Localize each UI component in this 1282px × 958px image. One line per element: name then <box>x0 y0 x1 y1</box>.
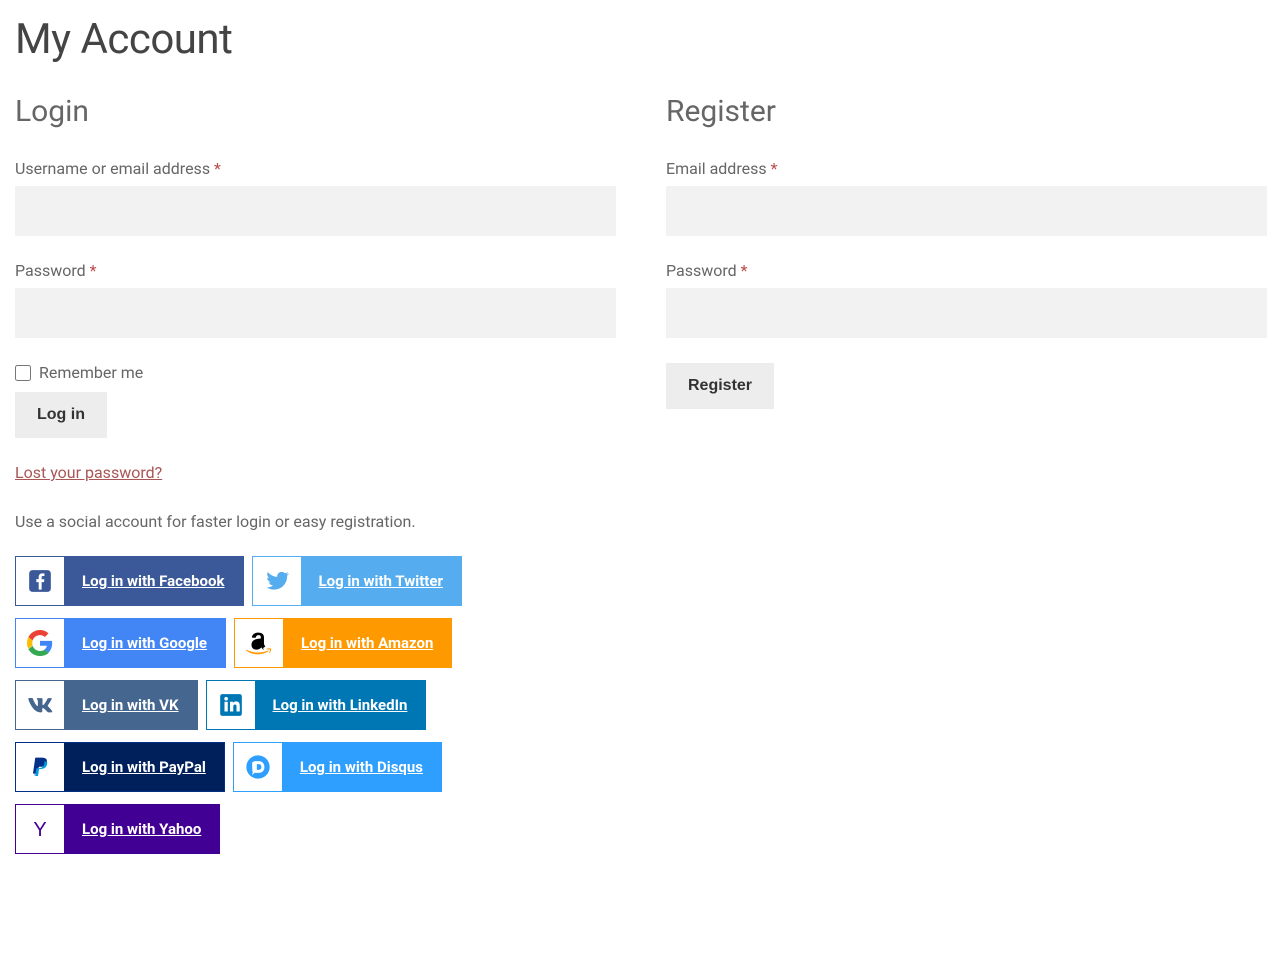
login-paypal-label: Log in with PayPal <box>64 743 224 791</box>
amazon-icon <box>235 619 283 667</box>
vk-icon <box>16 681 64 729</box>
required-mark: * <box>214 159 221 178</box>
login-yahoo-label: Log in with Yahoo <box>64 805 219 853</box>
linkedin-icon <box>207 681 255 729</box>
required-mark: * <box>90 261 97 280</box>
login-amazon-label: Log in with Amazon <box>283 619 451 667</box>
login-password-input[interactable] <box>15 288 616 338</box>
paypal-icon <box>16 743 64 791</box>
google-icon <box>16 619 64 667</box>
disqus-icon <box>234 743 282 791</box>
yahoo-icon: Y <box>16 805 64 853</box>
social-intro-text: Use a social account for faster login or… <box>15 512 616 531</box>
login-username-input[interactable] <box>15 186 616 236</box>
login-button[interactable]: Log in <box>15 392 107 438</box>
register-button[interactable]: Register <box>666 363 774 409</box>
register-password-input[interactable] <box>666 288 1267 338</box>
login-amazon-button[interactable]: Log in with Amazon <box>234 618 452 668</box>
remember-me-checkbox[interactable] <box>15 365 31 381</box>
login-google-button[interactable]: Log in with Google <box>15 618 226 668</box>
register-password-label: Password * <box>666 261 1267 280</box>
lost-password-link[interactable]: Lost your password? <box>15 463 162 482</box>
login-linkedin-button[interactable]: Log in with LinkedIn <box>206 680 427 730</box>
login-yahoo-button[interactable]: Y Log in with Yahoo <box>15 804 220 854</box>
login-twitter-button[interactable]: Log in with Twitter <box>252 556 462 606</box>
register-section: Register Email address * Password * Regi… <box>666 94 1267 866</box>
login-vk-button[interactable]: Log in with VK <box>15 680 198 730</box>
login-facebook-label: Log in with Facebook <box>64 557 243 605</box>
register-heading: Register <box>666 94 1267 129</box>
login-facebook-button[interactable]: Log in with Facebook <box>15 556 244 606</box>
login-disqus-button[interactable]: Log in with Disqus <box>233 742 442 792</box>
login-linkedin-label: Log in with LinkedIn <box>255 681 426 729</box>
login-username-label: Username or email address * <box>15 159 616 178</box>
login-password-label: Password * <box>15 261 616 280</box>
login-heading: Login <box>15 94 616 129</box>
login-paypal-button[interactable]: Log in with PayPal <box>15 742 225 792</box>
page-title: My Account <box>15 15 1267 64</box>
svg-text:Y: Y <box>33 819 46 841</box>
login-disqus-label: Log in with Disqus <box>282 743 441 791</box>
login-section: Login Username or email address * Passwo… <box>15 94 616 866</box>
register-email-input[interactable] <box>666 186 1267 236</box>
facebook-icon <box>16 557 64 605</box>
register-email-label: Email address * <box>666 159 1267 178</box>
twitter-icon <box>253 557 301 605</box>
required-mark: * <box>771 159 778 178</box>
login-google-label: Log in with Google <box>64 619 225 667</box>
login-twitter-label: Log in with Twitter <box>301 557 461 605</box>
remember-me-label: Remember me <box>39 363 143 382</box>
required-mark: * <box>741 261 748 280</box>
login-vk-label: Log in with VK <box>64 681 197 729</box>
